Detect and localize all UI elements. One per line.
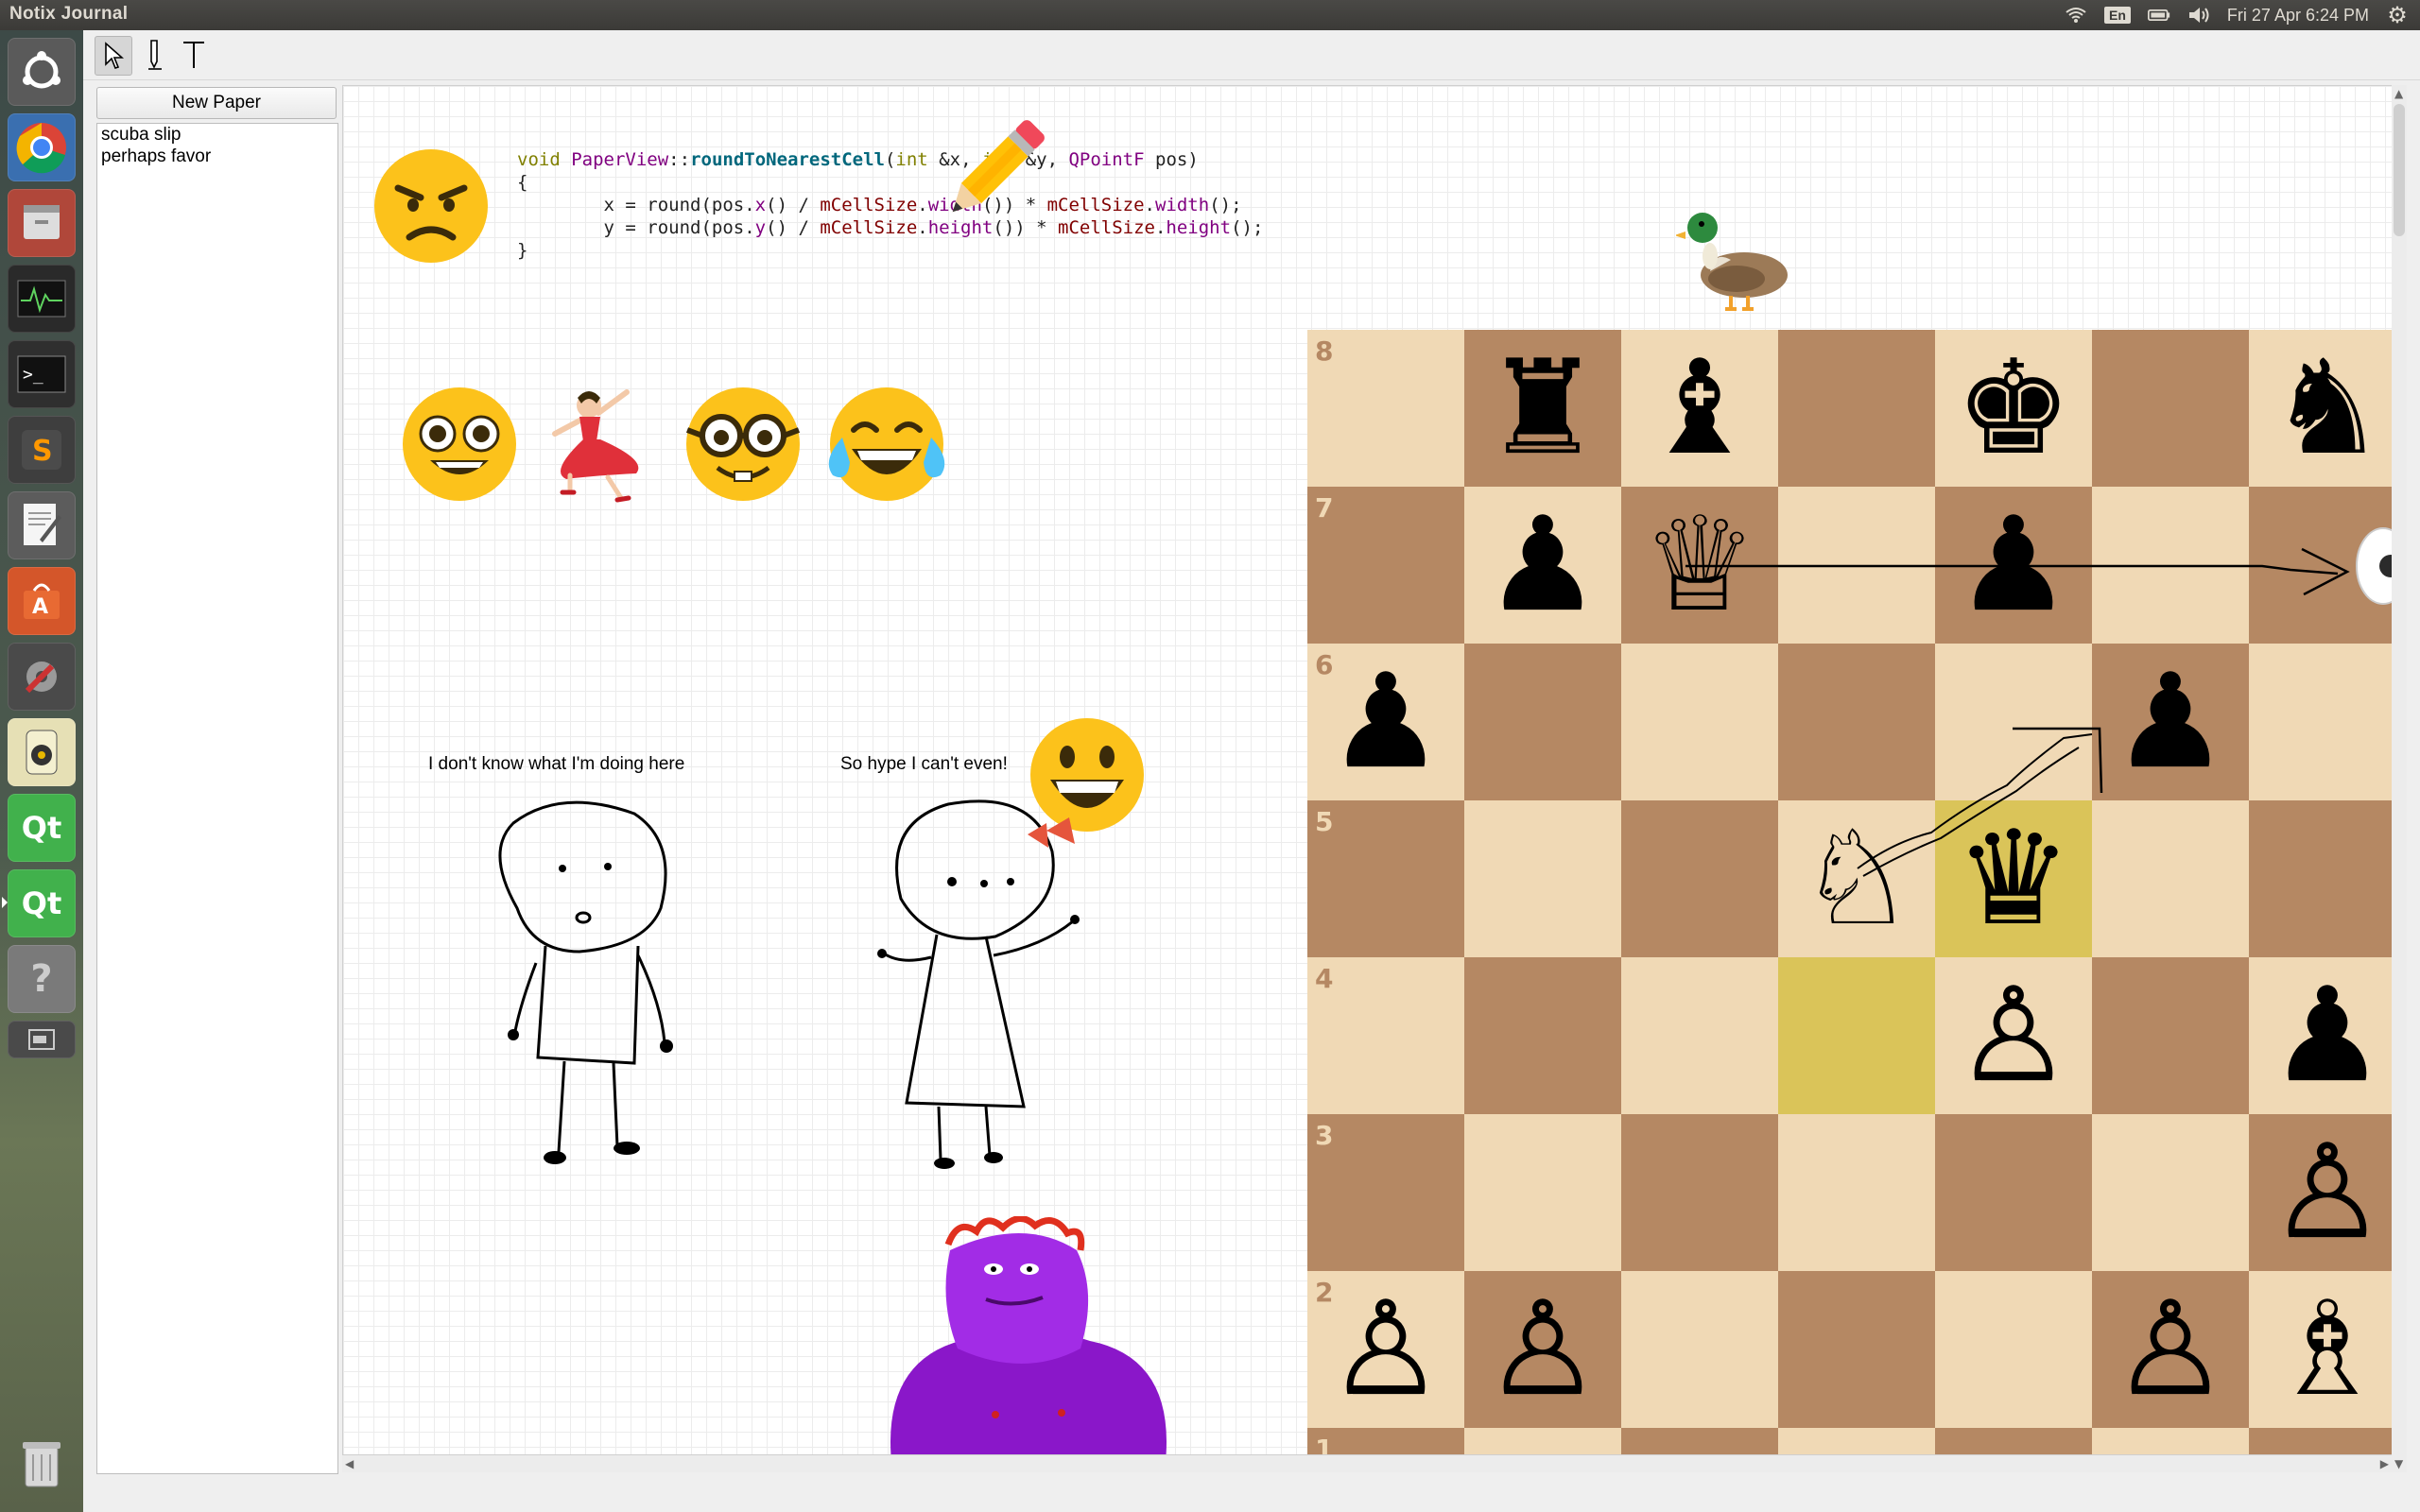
hand-drawn-arrows bbox=[1685, 547, 2350, 877]
vertical-scrollbar[interactable]: ▲ ▼ bbox=[2392, 85, 2407, 1472]
scroll-left-arrow-icon[interactable]: ◀ bbox=[345, 1457, 354, 1470]
qt-creator-icon[interactable]: Qt bbox=[8, 794, 76, 862]
wifi-icon[interactable] bbox=[2065, 6, 2087, 25]
pen-icon[interactable] bbox=[136, 36, 172, 74]
files-icon[interactable] bbox=[8, 189, 76, 257]
svg-text:S: S bbox=[32, 435, 53, 468]
scroll-down-arrow-icon[interactable]: ▼ bbox=[2394, 1457, 2403, 1470]
app-title: Notix Journal bbox=[9, 4, 129, 24]
scroll-up-arrow-icon[interactable]: ▲ bbox=[2394, 87, 2403, 100]
qt-designer-icon[interactable]: Qt bbox=[8, 869, 76, 937]
session-gear-icon[interactable]: ⚙ bbox=[2386, 3, 2409, 28]
workspace-switcher-icon[interactable] bbox=[8, 1021, 76, 1058]
text-editor-icon[interactable] bbox=[8, 491, 76, 559]
launcher: >_ S A Qt Qt ? bbox=[0, 30, 83, 1512]
new-paper-button[interactable]: New Paper bbox=[96, 87, 337, 119]
volume-icon[interactable] bbox=[2187, 6, 2210, 25]
trash-icon[interactable] bbox=[8, 1429, 76, 1497]
ubuntu-dash-icon[interactable] bbox=[8, 38, 76, 106]
paper-list: scuba slip perhaps favor bbox=[96, 123, 338, 1474]
text-tool-icon[interactable] bbox=[176, 36, 212, 74]
app-window: New Paper scuba slip perhaps favor void … bbox=[83, 30, 2420, 1512]
top-panel: Notix Journal En Fri 27 Apr 6:24 PM ⚙ bbox=[0, 0, 2420, 30]
sublime-text-icon[interactable]: S bbox=[8, 416, 76, 484]
vertical-scroll-thumb[interactable] bbox=[2394, 104, 2405, 236]
system-monitor-icon[interactable] bbox=[8, 265, 76, 333]
rhythmbox-icon[interactable] bbox=[8, 718, 76, 786]
clock[interactable]: Fri 27 Apr 6:24 PM bbox=[2227, 6, 2369, 26]
chrome-icon[interactable] bbox=[8, 113, 76, 181]
software-center-icon[interactable]: A bbox=[8, 567, 76, 635]
svg-text:>_: >_ bbox=[23, 365, 43, 385]
paper-list-item[interactable]: perhaps favor bbox=[97, 146, 337, 167]
system-settings-icon[interactable] bbox=[8, 643, 76, 711]
system-tray: En Fri 27 Apr 6:24 PM ⚙ bbox=[2065, 0, 2420, 30]
keyboard-language-indicator[interactable]: En bbox=[2104, 7, 2131, 24]
scroll-right-arrow-icon[interactable]: ▶ bbox=[2380, 1457, 2389, 1470]
help-icon[interactable]: ? bbox=[8, 945, 76, 1013]
select-arrow-icon[interactable] bbox=[95, 36, 132, 76]
paper-list-item[interactable]: scuba slip bbox=[97, 124, 337, 146]
toolbar bbox=[83, 30, 2420, 80]
svg-text:A: A bbox=[32, 595, 48, 619]
battery-icon[interactable] bbox=[2147, 6, 2170, 25]
terminal-icon[interactable]: >_ bbox=[8, 340, 76, 408]
running-indicator bbox=[2, 897, 8, 908]
paper-canvas[interactable]: void PaperView::roundToNearestCell(int &… bbox=[342, 85, 2407, 1455]
horizontal-scrollbar[interactable]: ◀ ▶ bbox=[342, 1455, 2392, 1472]
